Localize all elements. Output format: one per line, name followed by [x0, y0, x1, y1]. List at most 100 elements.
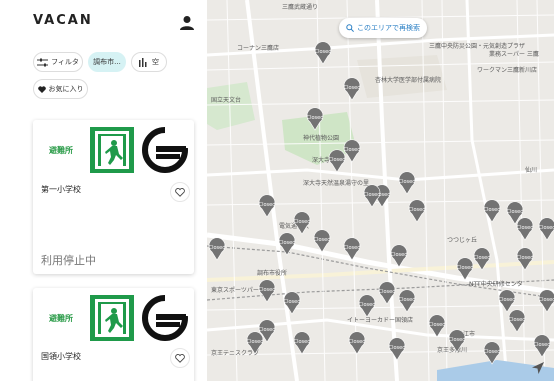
heart-outline-icon	[175, 353, 185, 363]
closed-pin[interactable]: Closed	[517, 217, 534, 241]
pin-label: Closed	[344, 245, 361, 251]
closed-pin[interactable]: Closed	[484, 199, 501, 223]
pin-label: Closed	[364, 192, 381, 198]
place-label: 深大寺天然温泉湯守の里	[303, 179, 369, 187]
closed-pin[interactable]: Closed	[294, 211, 311, 235]
pin-label: Closed	[344, 147, 361, 153]
emergency-exit-icon	[90, 127, 134, 173]
search-this-area-label: このエリアで再検索	[357, 24, 420, 32]
shelter-badge: 避難所	[49, 314, 73, 323]
closed-pin[interactable]: Closed	[509, 309, 526, 333]
facility-card[interactable]: 避難所 第一小学校 利用停止中	[33, 120, 194, 274]
closed-pin[interactable]: Closed	[329, 149, 346, 173]
place-label: イトーヨーカドー国領店	[347, 316, 413, 324]
closed-pin[interactable]: Closed	[391, 244, 408, 268]
closed-pin[interactable]: Closed	[534, 334, 551, 358]
pin-label: Closed	[259, 202, 276, 208]
closed-pin[interactable]: Closed	[399, 289, 416, 313]
place-label: 調布市役所	[257, 269, 287, 277]
closed-pin[interactable]: Closed	[409, 199, 426, 223]
closed-pin[interactable]: Closed	[539, 289, 554, 313]
favorite-button[interactable]	[170, 182, 190, 202]
sidebar: VACAN フィルタ 調布市... 空 お気に入り 避難所 第一小学校 利用停止…	[0, 0, 207, 381]
vacancy-filter-chip[interactable]: 空	[131, 52, 167, 72]
facility-card[interactable]: 避難所 国領小学校	[33, 288, 194, 381]
map-view[interactable]: 三鷹武蔵通り コーナン三鷹店 三鷹中央防災公園・元気創造プラザ 業務スーパー 三…	[207, 0, 554, 381]
place-label: 業務スーパー 三鷹	[489, 50, 539, 58]
my-location-icon[interactable]	[530, 360, 546, 376]
pin-label: Closed	[509, 317, 526, 323]
heart-outline-icon	[175, 187, 185, 197]
search-this-area-button[interactable]: このエリアで再検索	[339, 18, 427, 38]
pin-label: Closed	[359, 302, 376, 308]
place-label: 三鷹武蔵通り	[282, 3, 318, 11]
closed-pin[interactable]: Closed	[539, 217, 554, 241]
place-label: ワークマン三鷹新川店	[477, 66, 537, 74]
closed-pin[interactable]: Closed	[259, 279, 276, 303]
pin-label: Closed	[399, 297, 416, 303]
place-label: 京王多摩川	[437, 346, 467, 354]
closed-pin[interactable]: Closed	[279, 232, 296, 256]
pin-label: Closed	[539, 297, 554, 303]
pin-label: Closed	[507, 209, 524, 215]
emergency-exit-icon	[90, 295, 134, 341]
closed-pin[interactable]: Closed	[364, 184, 381, 208]
closed-pin[interactable]: Closed	[349, 331, 366, 355]
closed-pin[interactable]: Closed	[399, 171, 416, 195]
pin-label: Closed	[449, 337, 466, 343]
pin-label: Closed	[314, 237, 331, 243]
vacancy-bars-icon	[139, 57, 147, 67]
pin-label: Closed	[517, 255, 534, 261]
pin-label: Closed	[429, 322, 446, 328]
pin-label: Closed	[389, 345, 406, 351]
pin-label: Closed	[279, 240, 296, 246]
pin-label: Closed	[391, 252, 408, 258]
pin-label: Closed	[379, 289, 396, 295]
closed-pin[interactable]: Closed	[389, 337, 406, 361]
pin-label: Closed	[484, 349, 501, 355]
closed-pin[interactable]: Closed	[359, 294, 376, 318]
favorites-filter-label: お気に入り	[48, 85, 84, 93]
closed-pin[interactable]: Closed	[315, 41, 332, 65]
road	[207, 168, 554, 182]
pin-label: Closed	[539, 225, 554, 231]
pin-label: Closed	[259, 287, 276, 293]
heart-filled-icon	[37, 85, 46, 93]
app-logo[interactable]: VACAN	[33, 13, 93, 28]
facility-name: 国領小学校	[41, 352, 81, 361]
pin-label: Closed	[329, 157, 346, 163]
favorite-button[interactable]	[170, 348, 190, 368]
search-icon	[346, 24, 354, 32]
area-filter-chip[interactable]: 調布市...	[88, 52, 126, 72]
pin-label: Closed	[457, 265, 474, 271]
place-label: 東京スポーツパーク	[211, 286, 265, 294]
pin-label: Closed	[484, 207, 501, 213]
user-account-icon[interactable]	[178, 14, 196, 32]
pin-label: Closed	[349, 339, 366, 345]
closed-pin[interactable]: Closed	[517, 247, 534, 271]
sliders-icon	[37, 58, 49, 66]
pin-label: Closed	[247, 339, 264, 345]
status-text: 利用停止中	[41, 254, 96, 267]
pin-label: Closed	[409, 207, 426, 213]
place-label: 京王テニスクラブ	[211, 349, 259, 357]
organization-logo-icon	[142, 127, 188, 173]
favorites-filter-chip[interactable]: お気に入り	[33, 79, 88, 99]
pin-label: Closed	[399, 179, 416, 185]
place-label: 杏林大学医学部付属病院	[375, 76, 441, 84]
place-label: NTT中央研修センタ	[469, 280, 523, 288]
closed-pin[interactable]: Closed	[344, 77, 361, 101]
place-label: 国立天文台	[211, 96, 241, 104]
pin-label: Closed	[517, 225, 534, 231]
map-canvas[interactable]: 三鷹武蔵通り コーナン三鷹店 三鷹中央防災公園・元気創造プラザ 業務スーパー 三…	[207, 0, 554, 381]
place-label: コーナン三鷹店	[237, 44, 279, 52]
place-label: 仙川	[525, 166, 537, 174]
area-filter-label: 調布市...	[93, 58, 121, 66]
filter-label: フィルタ	[51, 58, 79, 66]
pin-label: Closed	[294, 219, 311, 225]
closed-pin[interactable]: Closed	[209, 237, 226, 261]
filter-button[interactable]: フィルタ	[33, 52, 83, 72]
closed-pin[interactable]: Closed	[344, 139, 361, 163]
facility-name: 第一小学校	[41, 185, 81, 194]
closed-pin[interactable]: Closed	[294, 331, 311, 355]
